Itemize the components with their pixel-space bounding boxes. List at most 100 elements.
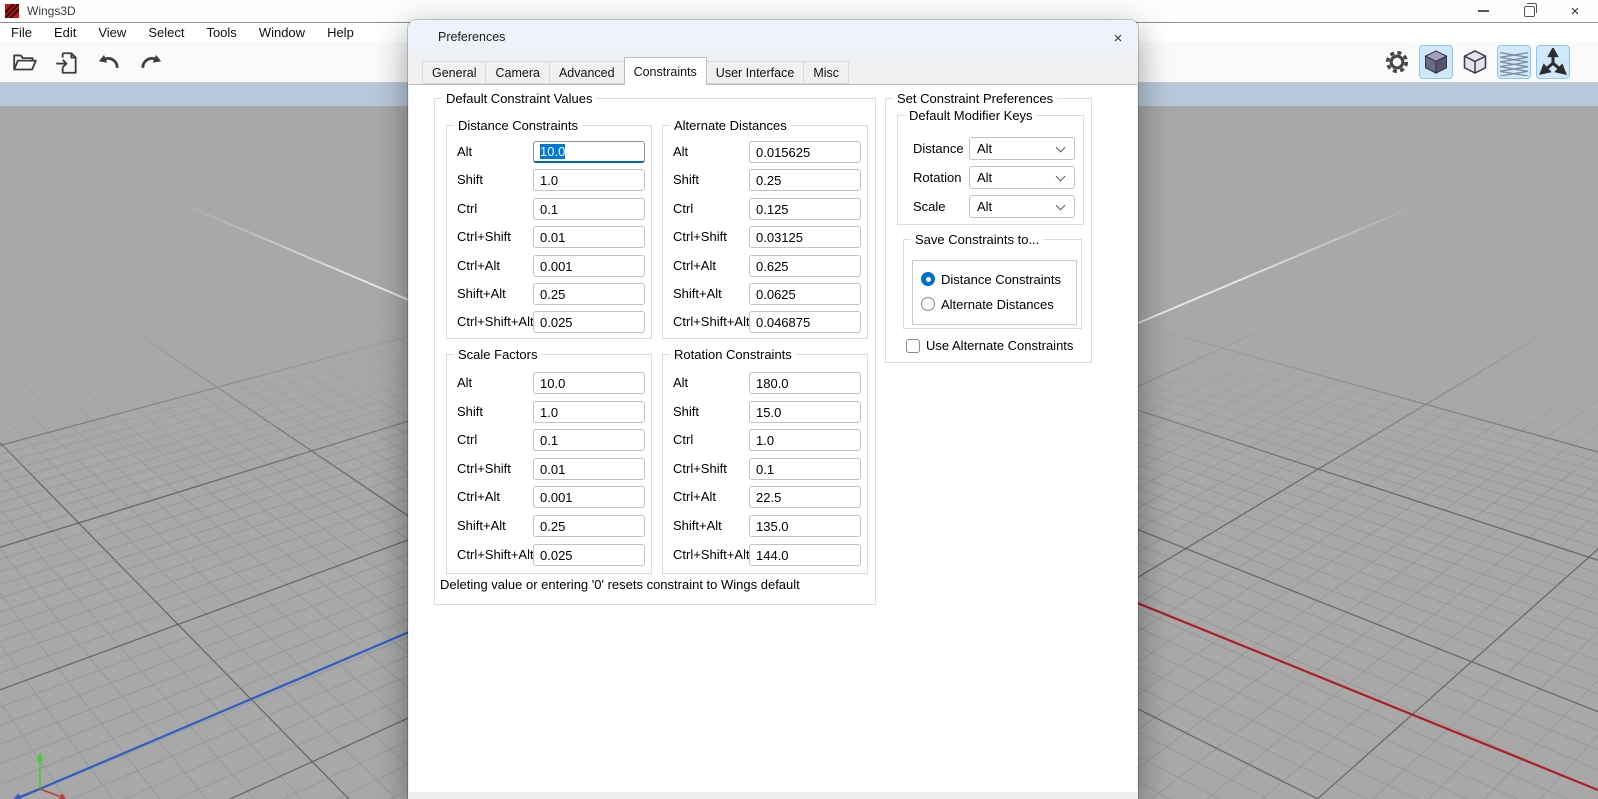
import-document-icon — [54, 50, 80, 76]
input-alternate-distances-ctrl-shift-alt[interactable] — [749, 311, 861, 333]
input-alternate-distances-ctrl[interactable] — [749, 198, 861, 220]
group-legend: Alternate Distances — [670, 118, 791, 133]
input-distance-constraints-ctrl[interactable] — [533, 198, 645, 220]
redo-arrow-icon — [138, 50, 164, 76]
import-file-button[interactable] — [50, 46, 84, 80]
dialog-title: Preferences — [438, 30, 505, 44]
show-axes-button[interactable] — [1536, 45, 1570, 79]
group-legend: Rotation Constraints — [670, 347, 796, 362]
redo-button[interactable] — [134, 46, 168, 80]
input-scale-factors-ctrl-shift-alt[interactable] — [533, 544, 645, 566]
maximize-icon — [1524, 6, 1535, 17]
minimize-button[interactable] — [1460, 0, 1506, 22]
row-label: Ctrl+Alt — [673, 255, 716, 277]
row-label: Ctrl — [673, 429, 693, 451]
input-scale-factors-ctrl-alt[interactable] — [533, 486, 645, 508]
group-save-constraints-to: Save Constraints to... Distance Constrai… — [903, 239, 1082, 329]
tab-user-interface[interactable]: User Interface — [706, 61, 805, 84]
undo-button[interactable] — [92, 46, 126, 80]
row-label: Distance — [913, 137, 964, 160]
tab-misc[interactable]: Misc — [803, 61, 849, 84]
window-title: Wings3D — [27, 4, 76, 18]
undo-arrow-icon — [96, 50, 122, 76]
dialog-close-button[interactable]: × — [1107, 27, 1129, 49]
gear-icon — [1383, 48, 1411, 76]
shaded-view-button[interactable] — [1419, 45, 1453, 79]
maximize-button[interactable] — [1506, 0, 1552, 22]
input-distance-constraints-shift[interactable] — [533, 169, 645, 191]
row-label: Ctrl+Shift — [673, 226, 727, 248]
row-label: Shift+Alt — [673, 283, 722, 305]
tab-advanced[interactable]: Advanced — [549, 61, 625, 84]
wireframe-view-button[interactable] — [1458, 45, 1492, 79]
group-default-constraint-values: Default Constraint Values Deleting value… — [434, 98, 876, 605]
combo-rotation-modifier[interactable]: Alt — [969, 166, 1075, 189]
radio-alternate-distances[interactable] — [921, 297, 935, 311]
input-scale-factors-alt[interactable] — [533, 372, 645, 394]
menu-help[interactable]: Help — [316, 23, 365, 42]
group-set-constraint-preferences: Set Constraint Preferences Default Modif… — [885, 98, 1092, 363]
radio-row-alternate-distances[interactable]: Alternate Distances — [921, 295, 1054, 313]
axes-icon — [1539, 48, 1567, 76]
input-rotation-constraints-shift-alt[interactable] — [749, 515, 861, 537]
preferences-gear-button[interactable] — [1380, 45, 1414, 79]
input-distance-constraints-ctrl-shift-alt[interactable] — [533, 311, 645, 333]
constraint-note: Deleting value or entering '0' resets co… — [440, 577, 800, 592]
minimize-icon — [1478, 10, 1489, 12]
input-alternate-distances-alt[interactable] — [749, 141, 861, 163]
menu-window[interactable]: Window — [248, 23, 316, 42]
input-alternate-distances-shift[interactable] — [749, 169, 861, 191]
input-rotation-constraints-shift[interactable] — [749, 401, 861, 423]
show-ground-grid-button[interactable] — [1497, 45, 1531, 79]
group-legend: Set Constraint Preferences — [893, 91, 1057, 106]
group-scale-factors: Scale FactorsAltShiftCtrlCtrl+ShiftCtrl+… — [446, 354, 652, 574]
input-scale-factors-ctrl[interactable] — [533, 429, 645, 451]
combo-scale-modifier[interactable]: Alt — [969, 195, 1075, 218]
input-rotation-constraints-ctrl[interactable] — [749, 429, 861, 451]
row-label: Ctrl+Shift — [457, 458, 511, 480]
app-icon — [5, 4, 19, 18]
use-alternate-constraints-checkbox[interactable] — [906, 339, 920, 353]
row-label: Ctrl+Shift — [673, 458, 727, 480]
input-alternate-distances-ctrl-alt[interactable] — [749, 255, 861, 277]
input-distance-constraints-ctrl-alt[interactable] — [533, 255, 645, 277]
input-scale-factors-shift-alt[interactable] — [533, 515, 645, 537]
input-scale-factors-ctrl-shift[interactable] — [533, 458, 645, 480]
close-button[interactable]: × — [1552, 0, 1598, 22]
tab-camera[interactable]: Camera — [485, 61, 549, 84]
group-rotation-constraints: Rotation ConstraintsAltShiftCtrlCtrl+Shi… — [662, 354, 868, 574]
row-label: Ctrl — [673, 198, 693, 220]
row-label: Rotation — [913, 166, 961, 189]
menu-select[interactable]: Select — [137, 23, 195, 42]
input-alternate-distances-ctrl-shift[interactable] — [749, 226, 861, 248]
row-label: Shift+Alt — [673, 515, 722, 537]
row-label: Alt — [673, 372, 688, 394]
input-rotation-constraints-ctrl-shift-alt[interactable] — [749, 544, 861, 566]
radio-row-distance-constraints[interactable]: Distance Constraints — [921, 270, 1061, 288]
row-label: Scale — [913, 195, 946, 218]
tab-constraints[interactable]: Constraints — [624, 57, 707, 85]
radio-label: Alternate Distances — [941, 297, 1054, 312]
input-distance-constraints-ctrl-shift[interactable] — [533, 226, 645, 248]
open-file-button[interactable] — [8, 46, 42, 80]
input-distance-constraints-alt[interactable]: 10.0 — [533, 141, 645, 163]
selected-text: 10.0 — [540, 144, 565, 159]
dialog-titlebar[interactable]: Preferences × — [408, 20, 1138, 54]
input-rotation-constraints-ctrl-alt[interactable] — [749, 486, 861, 508]
menu-edit[interactable]: Edit — [43, 23, 87, 42]
input-alternate-distances-shift-alt[interactable] — [749, 283, 861, 305]
input-rotation-constraints-alt[interactable] — [749, 372, 861, 394]
group-legend: Default Constraint Values — [442, 91, 596, 106]
radio-distance-constraints[interactable] — [921, 272, 935, 286]
row-label: Ctrl — [457, 198, 477, 220]
input-scale-factors-shift[interactable] — [533, 401, 645, 423]
menu-tools[interactable]: Tools — [195, 23, 247, 42]
use-alternate-constraints-row[interactable]: Use Alternate Constraints — [906, 338, 1073, 353]
menu-file[interactable]: File — [0, 23, 43, 42]
tab-general[interactable]: General — [422, 61, 486, 84]
row-label: Ctrl+Shift+Alt — [673, 544, 750, 566]
input-rotation-constraints-ctrl-shift[interactable] — [749, 458, 861, 480]
combo-distance-modifier[interactable]: Alt — [969, 137, 1075, 160]
menu-view[interactable]: View — [87, 23, 137, 42]
input-distance-constraints-shift-alt[interactable] — [533, 283, 645, 305]
